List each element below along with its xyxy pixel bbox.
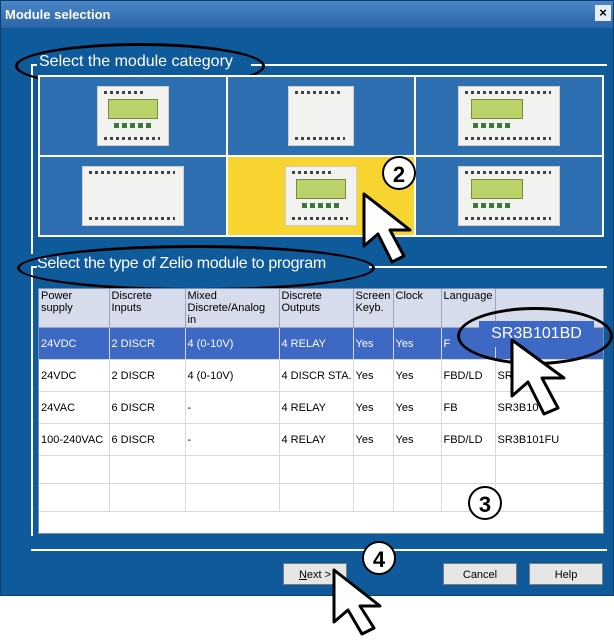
table-cell: 4 RELAY (279, 391, 354, 424)
module-selection-window: Module selection × Select the module cat… (0, 0, 614, 596)
column-header[interactable]: Discrete Inputs (109, 289, 186, 328)
category-frame-left (31, 64, 33, 254)
table-row[interactable]: 100-240VAC 6 DISCR - 4 RELAY Yes Yes FBD… (39, 423, 603, 456)
cursor-arrow-icon (362, 192, 412, 264)
table-cell: Yes (353, 423, 394, 456)
table-cell: 4 DISCR STA. (279, 359, 354, 392)
column-header[interactable]: Clock (393, 289, 442, 328)
window-title: Module selection (5, 7, 111, 22)
table-cell: Yes (353, 327, 394, 360)
zelio-module-image (458, 166, 560, 226)
table-cell: Yes (393, 391, 442, 424)
module-tile-4[interactable] (40, 157, 226, 235)
cursor-arrow-icon (332, 568, 382, 636)
table-cell: - (185, 423, 280, 456)
table-cell: 2 DISCR (109, 359, 186, 392)
table-cell: Yes (393, 423, 442, 456)
type-frame-left (31, 266, 33, 536)
zelio-module-image (285, 166, 357, 226)
table-cell: 6 DISCR (109, 391, 186, 424)
zelio-module-image (288, 86, 354, 146)
zelio-module-image (458, 86, 560, 146)
table-cell: 4 (0-10V) (185, 327, 280, 360)
table-cell: 4 (0-10V) (185, 359, 280, 392)
table-cell: FB (441, 391, 496, 424)
table-cell: Yes (353, 359, 394, 392)
help-button[interactable]: Help (529, 563, 603, 585)
table-cell: Yes (353, 391, 394, 424)
column-header[interactable]: Mixed Discrete/Analog in (185, 289, 280, 328)
title-bar: Module selection × (1, 1, 613, 28)
module-category-grid (38, 75, 604, 237)
module-tile-3[interactable] (416, 77, 602, 155)
module-tile-1[interactable] (40, 77, 226, 155)
type-caption-highlight (17, 245, 375, 291)
zelio-module-image (97, 86, 169, 146)
table-cell: 24VDC (39, 327, 110, 360)
step-2-callout: 2 (382, 156, 416, 190)
footer-separator (31, 549, 607, 551)
table-cell: FBD/LD (441, 359, 496, 392)
close-button[interactable]: × (595, 5, 611, 21)
table-cell: Yes (393, 359, 442, 392)
table-cell: 4 RELAY (279, 327, 354, 360)
step-3-callout: 3 (468, 486, 502, 520)
table-row-empty (39, 455, 603, 484)
table-cell: - (185, 391, 280, 424)
cursor-arrow-icon (510, 338, 566, 416)
zelio-module-image (82, 166, 184, 226)
cancel-button[interactable]: Cancel (443, 563, 517, 585)
table-cell: 2 DISCR (109, 327, 186, 360)
table-row-empty (39, 483, 603, 512)
table-cell: Yes (393, 327, 442, 360)
category-frame-top-right (251, 64, 607, 66)
column-header[interactable]: Screen Keyb. (353, 289, 394, 328)
column-header[interactable]: Discrete Outputs (279, 289, 354, 328)
module-tile-2[interactable] (228, 77, 414, 155)
column-header[interactable]: Power supply (39, 289, 110, 328)
table-cell: 100-240VAC (39, 423, 110, 456)
table-cell: 24VDC (39, 359, 110, 392)
table-cell: 6 DISCR (109, 423, 186, 456)
table-cell: FBD/LD (441, 423, 496, 456)
module-tile-6[interactable] (416, 157, 602, 235)
table-cell: 4 RELAY (279, 423, 354, 456)
table-cell: SR3B101FU (495, 423, 603, 456)
table-cell: 24VAC (39, 391, 110, 424)
